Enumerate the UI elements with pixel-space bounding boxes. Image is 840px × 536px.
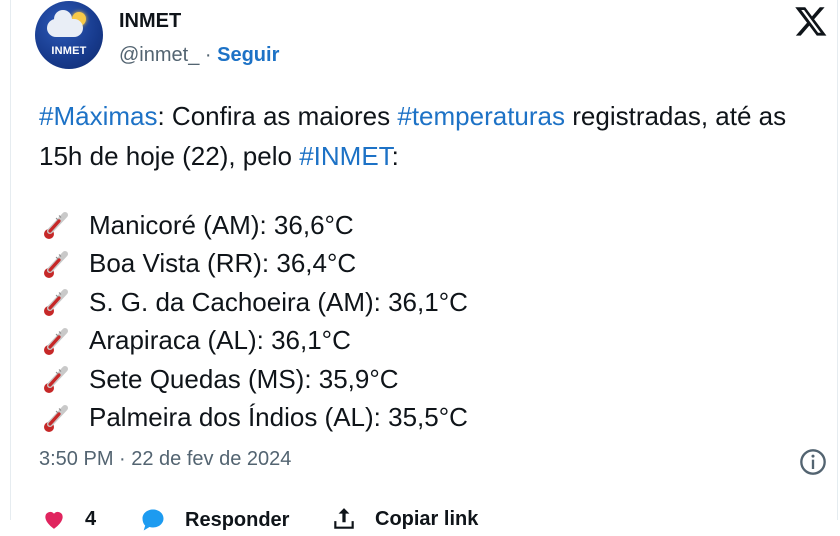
reply-button[interactable]: Responder bbox=[139, 506, 289, 534]
list-item: S. G. da Cachoeira (AM): 36,1°C bbox=[41, 283, 801, 322]
tweet-text-segment: : Confira as maiores bbox=[157, 101, 398, 131]
thermometer-icon bbox=[44, 404, 68, 432]
tweet-intro: #Máximas: Confira as maiores #temperatur… bbox=[39, 101, 786, 171]
list-item-text: Arapiraca (AL): 36,1°C bbox=[89, 325, 351, 356]
list-item-text: Palmeira dos Índios (AL): 35,5°C bbox=[89, 402, 468, 433]
tweet-text: #Máximas: Confira as maiores #temperatur… bbox=[39, 96, 829, 176]
action-bar: 4 Responder Copiar link bbox=[39, 506, 839, 536]
x-logo-icon[interactable] bbox=[794, 4, 828, 38]
temperature-list: Manicoré (AM): 36,6°C Boa Vista (RR): 36,… bbox=[41, 206, 801, 437]
list-item-text: Manicoré (AM): 36,6°C bbox=[89, 209, 354, 240]
thermometer-icon bbox=[44, 212, 68, 240]
list-item-text: Boa Vista (RR): 36,4°C bbox=[89, 248, 357, 279]
list-item-text: S. G. da Cachoeira (AM): 36,1°C bbox=[89, 286, 468, 317]
thermometer-icon bbox=[44, 366, 68, 394]
list-item: Arapiraca (AL): 36,1°C bbox=[41, 322, 801, 361]
list-item-text: Sete Quedas (MS): 35,9°C bbox=[89, 363, 399, 394]
copy-link-button[interactable]: Copiar link bbox=[331, 506, 478, 532]
list-item: Palmeira dos Índios (AL): 35,5°C bbox=[41, 399, 801, 438]
follow-button[interactable]: Seguir bbox=[217, 44, 279, 66]
thermometer-icon bbox=[44, 327, 68, 355]
avatar[interactable]: INMET bbox=[35, 1, 103, 69]
list-item: Sete Quedas (MS): 35,9°C bbox=[41, 360, 801, 399]
thermometer-icon bbox=[44, 250, 68, 278]
handle-line: @inmet_ · Seguir bbox=[119, 44, 279, 67]
thermometer-icon bbox=[44, 289, 68, 317]
reply-bubble-icon bbox=[142, 509, 164, 531]
hashtag-link[interactable]: #Máximas bbox=[39, 101, 157, 131]
reply-label: Responder bbox=[185, 508, 290, 531]
share-arrow-icon bbox=[334, 508, 354, 529]
tweet-card: INMET INMET @inmet_ · Seguir #Máximas: C… bbox=[10, 0, 838, 531]
tweet-text-segment: : bbox=[391, 141, 399, 171]
info-icon[interactable] bbox=[799, 448, 827, 476]
heart-icon bbox=[45, 511, 63, 529]
list-item: Boa Vista (RR): 36,4°C bbox=[41, 245, 801, 284]
like-button[interactable]: 4 bbox=[41, 506, 96, 532]
list-item: Manicoré (AM): 36,6°C bbox=[41, 206, 801, 245]
hashtag-link[interactable]: #INMET bbox=[299, 141, 391, 171]
like-count: 4 bbox=[85, 507, 97, 530]
cloud-icon bbox=[47, 10, 83, 37]
tweet-timestamp[interactable]: 3:50 PM · 22 de fev de 2024 bbox=[39, 448, 291, 471]
account-handle[interactable]: @inmet_ bbox=[119, 44, 199, 66]
account-name[interactable]: INMET bbox=[119, 10, 181, 33]
separator: · bbox=[199, 44, 218, 66]
avatar-logo-text: INMET bbox=[51, 45, 87, 57]
hashtag-link[interactable]: #temperaturas bbox=[397, 101, 565, 131]
copy-link-label: Copiar link bbox=[375, 507, 479, 530]
